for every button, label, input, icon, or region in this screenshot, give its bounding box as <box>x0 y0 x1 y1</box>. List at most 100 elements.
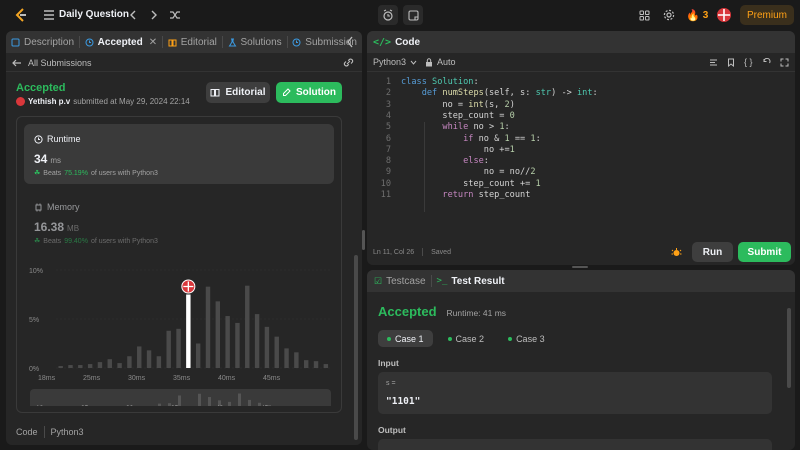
line-number: 2 <box>385 88 391 99</box>
problem-list-icon[interactable] <box>40 6 58 24</box>
user-avatar[interactable] <box>717 8 731 22</box>
prev-problem-icon[interactable] <box>124 6 142 24</box>
code-icon: </> <box>373 36 392 48</box>
memory-card[interactable]: Memory 16.38 MB ☘ Beats 99.40% of users … <box>24 192 334 252</box>
tab-editorial[interactable]: Editorial <box>163 31 222 53</box>
reset-icon[interactable] <box>762 58 771 67</box>
distribution-bar <box>215 301 221 368</box>
horizontal-resize-handle[interactable] <box>572 266 588 268</box>
logo-icon[interactable] <box>12 6 30 24</box>
code-tab-label: Code <box>395 36 421 48</box>
notes-icon[interactable] <box>403 5 423 25</box>
tab-testcase[interactable]: ☑ Testcase <box>367 270 431 292</box>
tab-solutions[interactable]: Solutions <box>223 31 287 53</box>
distribution-bar <box>313 361 319 368</box>
language-select[interactable]: Python3 <box>373 57 417 67</box>
tab-accepted[interactable]: Accepted ✕ <box>80 31 162 53</box>
case-tab-label: Case 2 <box>455 333 485 344</box>
input-value-box[interactable]: s = "1101" <box>378 372 772 414</box>
beats-suffix: of users with Python3 <box>90 237 158 245</box>
case-tab-3[interactable]: Case 3 <box>499 330 554 347</box>
submission-status: Accepted <box>16 82 66 94</box>
tab-description[interactable]: Description <box>6 31 79 53</box>
divider <box>6 71 362 72</box>
share-link-icon[interactable] <box>343 58 354 67</box>
streak-count: 3 <box>702 10 709 21</box>
checkbox-icon: ☑ <box>374 275 383 286</box>
runtime-value-row: 34 ms <box>34 152 61 166</box>
line-number: 9 <box>385 167 391 178</box>
pass-dot-icon <box>387 336 391 341</box>
daily-question-title[interactable]: Daily Question <box>59 9 129 20</box>
code-line-7: no +=1 <box>401 144 515 155</box>
x-tick-label: 18ms <box>38 375 56 382</box>
case-tab-2[interactable]: Case 2 <box>439 330 494 347</box>
runtime-distribution-chart[interactable]: 10% 5% 0% 18ms 25ms 30ms 35ms 40ms 45ms 18ms 25ms 3… <box>26 256 336 406</box>
vertical-resize-handle[interactable] <box>362 230 365 250</box>
code-tab[interactable]: </> Code <box>367 37 420 48</box>
minimap-tick-label: 18ms <box>36 405 53 406</box>
case-tab-label: Case 3 <box>516 333 545 344</box>
line-number: 4 <box>385 110 391 121</box>
distribution-bar <box>156 356 162 368</box>
x-tick-label: 40ms <box>218 375 236 382</box>
x-tick-label: 25ms <box>83 375 101 382</box>
history-icon <box>85 38 94 46</box>
bookmark-icon[interactable] <box>727 58 735 67</box>
output-value-box[interactable] <box>378 439 772 450</box>
minimap-bar <box>238 393 241 406</box>
fullscreen-icon[interactable] <box>780 58 789 67</box>
braces-icon[interactable]: { } <box>744 58 753 67</box>
variable-name: s = <box>386 380 396 387</box>
code-line-6: if no & 1 == 1: <box>463 133 541 144</box>
distribution-bar <box>127 356 132 368</box>
run-button[interactable]: Run <box>692 242 733 262</box>
code-area[interactable]: 1 2 3 4 5 6 7 8 9 10 11 class Solution: def numSte… <box>367 77 795 212</box>
tab-test-result[interactable]: >_ Test Result <box>432 270 510 292</box>
auto-mode[interactable]: Auto <box>425 57 456 67</box>
minimap-tick-label: 25ms <box>81 405 98 406</box>
solution-button[interactable]: Solution <box>276 82 342 103</box>
streak-counter[interactable]: 🔥 3 <box>686 9 708 22</box>
input-label: Input <box>378 358 399 368</box>
collapse-panel-icon[interactable] <box>346 36 354 48</box>
panel-scrollbar[interactable] <box>354 255 358 440</box>
left-tab-bar: Description Accepted ✕ Editorial Solutio… <box>6 31 362 53</box>
all-submissions-link[interactable]: All Submissions <box>12 58 92 68</box>
close-tab-icon[interactable]: ✕ <box>149 37 157 48</box>
case-tab-1[interactable]: Case 1 <box>378 330 433 347</box>
result-scrollbar[interactable] <box>787 308 791 388</box>
settings-gear-icon[interactable] <box>660 6 678 24</box>
tab-editorial-label: Editorial <box>180 36 217 48</box>
submission-panel: Description Accepted ✕ Editorial Solutio… <box>6 31 362 445</box>
distribution-bar <box>195 343 201 368</box>
editorial-button[interactable]: Editorial <box>206 82 270 103</box>
format-icon[interactable] <box>709 59 718 67</box>
runtime-card[interactable]: Runtime 34 ms ☘ Beats 75.19% of users wi… <box>24 124 334 184</box>
shuffle-icon[interactable] <box>166 6 184 24</box>
code-line-8: else: <box>463 156 489 167</box>
beats-percentage: 99.40% <box>64 237 88 245</box>
distribution-bar <box>87 364 93 368</box>
next-problem-icon[interactable] <box>145 6 163 24</box>
distribution-bar <box>254 314 260 368</box>
beats-icon: ☘ <box>34 238 41 245</box>
distribution-bar <box>303 360 309 368</box>
distribution-bar <box>235 322 240 368</box>
premium-button[interactable]: Premium <box>740 5 794 25</box>
distribution-bar <box>117 363 122 368</box>
runtime-value: 34 <box>34 152 48 166</box>
user-avatar[interactable] <box>16 97 25 106</box>
submit-button[interactable]: Submit <box>738 242 791 262</box>
timer-icon[interactable] <box>378 5 398 25</box>
debug-icon[interactable] <box>671 247 682 258</box>
distribution-bar <box>58 366 63 368</box>
distribution-bar <box>294 352 299 368</box>
code-line-11: return step_count <box>442 190 531 200</box>
layout-grid-icon[interactable] <box>635 6 653 24</box>
distribution-bar <box>284 348 289 368</box>
username[interactable]: Yethish p.v <box>28 97 70 106</box>
runtime-header: Runtime <box>34 134 81 144</box>
top-bar: Daily Question 🔥 3 Premium <box>0 0 800 30</box>
memory-header: Memory <box>34 202 80 212</box>
